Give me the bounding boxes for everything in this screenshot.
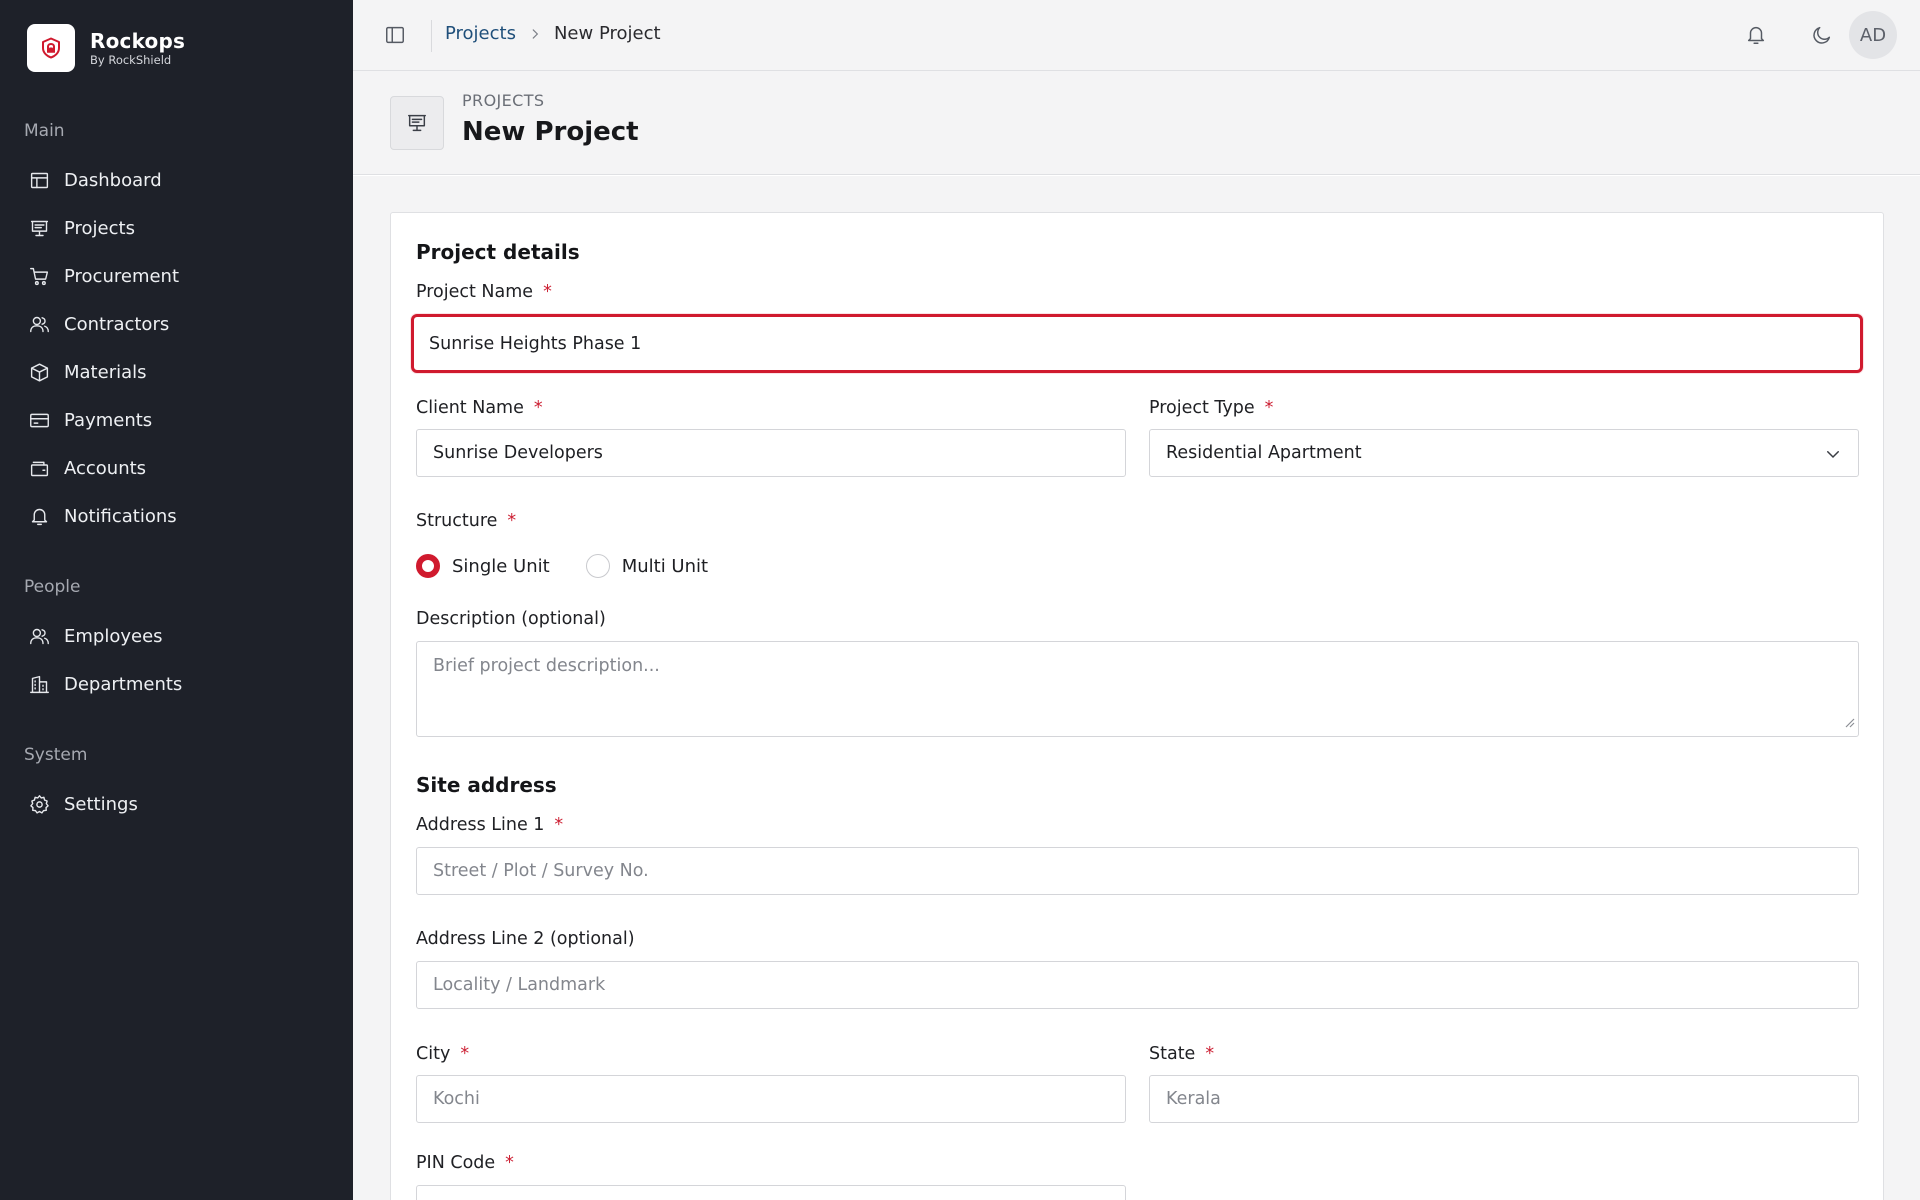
- structure-label: Structure *: [416, 511, 517, 531]
- sidebar-item-materials[interactable]: Materials: [28, 352, 328, 392]
- sidebar-item-procurement[interactable]: Procurement: [28, 256, 328, 296]
- sidebar: Rockops By RockShield Main Dashboard Pro…: [0, 0, 353, 1200]
- sidebar-item-projects[interactable]: Projects: [28, 208, 328, 248]
- client-name-input[interactable]: Sunrise Developers: [416, 429, 1126, 477]
- breadcrumb-projects-link[interactable]: Projects: [445, 23, 516, 44]
- brand-subtitle: By RockShield: [90, 52, 172, 67]
- chevron-down-icon: [1824, 445, 1842, 468]
- projects-icon: [390, 96, 444, 150]
- sidebar-item-label: Contractors: [64, 313, 170, 335]
- city-label: City *: [416, 1044, 470, 1064]
- sidebar-item-label: Departments: [64, 673, 183, 695]
- sidebar-item-label: Payments: [64, 409, 153, 431]
- sidebar-item-label: Notifications: [64, 505, 177, 527]
- sidebar-item-dashboard[interactable]: Dashboard: [28, 160, 328, 200]
- description-placeholder: Brief project description...: [433, 656, 660, 676]
- box-icon: [28, 361, 50, 383]
- address-line1-label: Address Line 1 *: [416, 815, 564, 835]
- project-form-card: Project details Project Name * Sunrise He…: [390, 212, 1884, 1200]
- topbar: Projects New Project AD: [353, 0, 1920, 71]
- sidebar-item-payments[interactable]: Payments: [28, 400, 328, 440]
- sidebar-item-label: Materials: [64, 361, 147, 383]
- divider: [431, 20, 432, 52]
- avatar[interactable]: AD: [1849, 11, 1897, 59]
- breadcrumb-current: New Project: [553, 23, 661, 44]
- pin-code-label: PIN Code *: [416, 1153, 514, 1173]
- city-input[interactable]: Kochi: [416, 1075, 1126, 1123]
- main-content: Project details Project Name * Sunrise He…: [353, 176, 1920, 1200]
- page-eyebrow: PROJECTS: [462, 91, 545, 110]
- state-label: State *: [1149, 1044, 1215, 1064]
- site-address-heading: Site address: [416, 773, 557, 797]
- resize-handle-icon[interactable]: [1843, 713, 1855, 733]
- sidebar-item-contractors[interactable]: Contractors: [28, 304, 328, 344]
- sidebar-item-employees[interactable]: Employees: [28, 616, 328, 656]
- address-line2-input[interactable]: Locality / Landmark: [416, 961, 1859, 1009]
- sidebar-item-accounts[interactable]: Accounts: [28, 448, 328, 488]
- notifications-bell-icon[interactable]: [1743, 22, 1769, 48]
- cart-icon: [28, 265, 50, 287]
- radio-multi-unit[interactable]: Multi Unit: [585, 554, 709, 578]
- sidebar-item-departments[interactable]: Departments: [28, 664, 328, 704]
- sidebar-item-label: Employees: [64, 625, 163, 647]
- projects-icon: [28, 217, 50, 239]
- radio-selected-icon: [416, 554, 440, 578]
- wallet-icon: [28, 457, 50, 479]
- brand-name: Rockops: [90, 28, 186, 53]
- project-name-input[interactable]: Sunrise Heights Phase 1: [411, 314, 1863, 373]
- page-header: PROJECTS New Project: [353, 71, 1920, 175]
- client-name-label: Client Name *: [416, 398, 543, 418]
- description-textarea[interactable]: Brief project description...: [416, 641, 1859, 737]
- breadcrumb: Projects New Project: [445, 23, 661, 44]
- address-line1-input[interactable]: Street / Plot / Survey No.: [416, 847, 1859, 895]
- sidebar-section-main: Main: [24, 121, 65, 141]
- project-name-label: Project Name *: [416, 282, 552, 302]
- sidebar-item-settings[interactable]: Settings: [28, 784, 328, 824]
- sidebar-item-label: Projects: [64, 217, 135, 239]
- bell-icon: [28, 505, 50, 527]
- description-label: Description (optional): [416, 609, 606, 629]
- rockshield-logo-icon: [27, 24, 75, 72]
- project-type-select[interactable]: Residential Apartment: [1149, 429, 1859, 477]
- radio-single-unit[interactable]: Single Unit: [416, 554, 550, 578]
- sidebar-section-people: People: [24, 577, 81, 597]
- radio-unselected-icon: [585, 554, 610, 578]
- brand[interactable]: Rockops By RockShield: [27, 24, 185, 72]
- sidebar-item-label: Settings: [64, 793, 138, 815]
- project-type-value: Residential Apartment: [1166, 443, 1362, 463]
- gear-icon: [28, 793, 50, 815]
- state-input[interactable]: Kerala: [1149, 1075, 1859, 1123]
- radio-label: Single Unit: [452, 555, 550, 577]
- structure-radio-group: Single Unit Multi Unit: [416, 554, 744, 578]
- sidebar-item-notifications[interactable]: Notifications: [28, 496, 328, 536]
- page-title: New Project: [462, 117, 639, 147]
- project-type-label: Project Type *: [1149, 398, 1274, 418]
- sidebar-item-label: Dashboard: [64, 169, 162, 191]
- card-icon: [28, 409, 50, 431]
- radio-label: Multi Unit: [621, 555, 709, 577]
- sidebar-section-system: System: [24, 745, 88, 765]
- sidebar-toggle-icon[interactable]: [383, 23, 407, 47]
- users-icon: [28, 313, 50, 335]
- users-icon: [28, 625, 50, 647]
- chevron-right-icon: [528, 27, 542, 41]
- dark-mode-moon-icon[interactable]: [1809, 22, 1835, 48]
- pin-code-input[interactable]: [416, 1185, 1126, 1200]
- building-icon: [28, 673, 50, 695]
- address-line2-label: Address Line 2 (optional): [416, 929, 635, 949]
- project-details-heading: Project details: [416, 240, 580, 264]
- sidebar-item-label: Accounts: [64, 457, 147, 479]
- dashboard-icon: [28, 169, 50, 191]
- sidebar-item-label: Procurement: [64, 265, 180, 287]
